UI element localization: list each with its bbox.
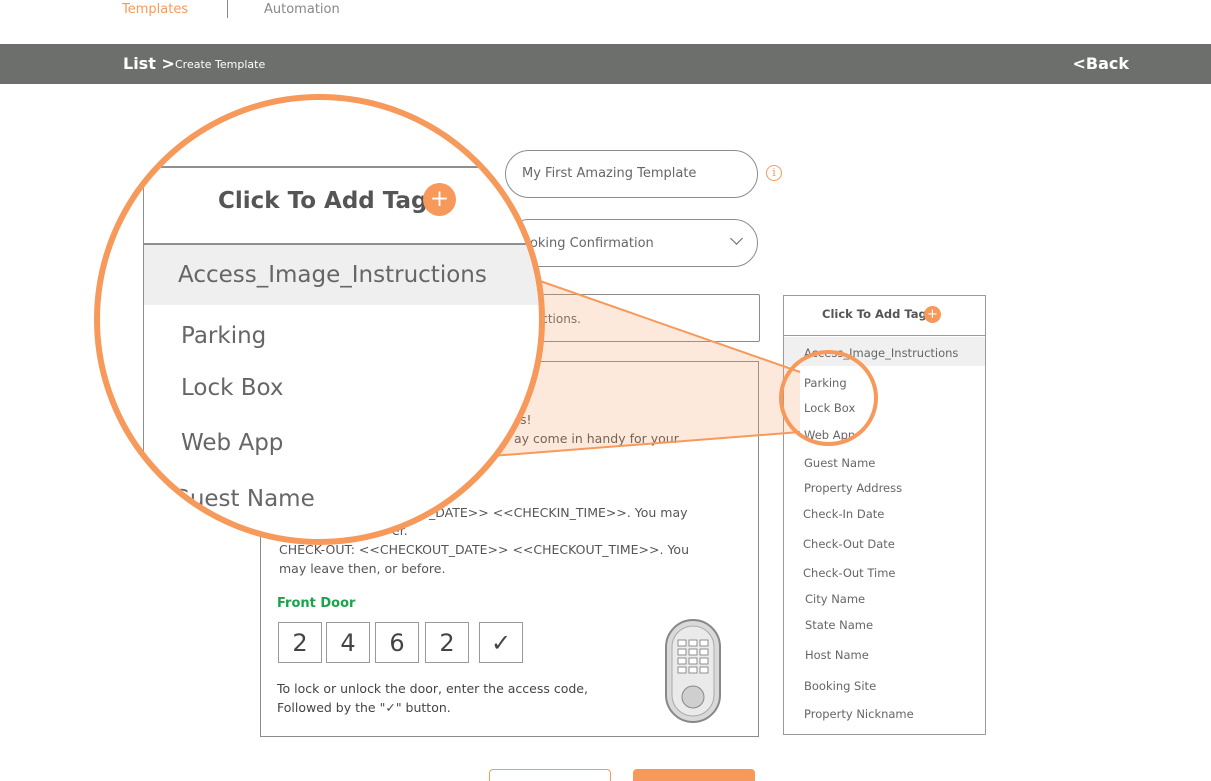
magnifier-content: Click To Add Tag + Access_Image_Instruct… [100, 100, 539, 539]
zoomed-tag-item: Guest Name [172, 486, 315, 512]
cancel-button[interactable] [489, 769, 611, 781]
magnifier-lens: Click To Add Tag + Access_Image_Instruct… [94, 94, 545, 545]
magnifier-source-ring [779, 350, 878, 446]
save-button[interactable] [633, 769, 755, 781]
zoomed-tag-item: Web App [181, 430, 284, 456]
zoomed-tag-item: Parking [181, 323, 267, 349]
zoomed-tag-item: Lock Box [181, 375, 284, 401]
zoomed-add-tag-icon: + [423, 183, 456, 216]
zoomed-tag-title: Click To Add Tag [218, 188, 428, 214]
zoomed-tag-item: Access_Image_Instructions [178, 262, 487, 288]
